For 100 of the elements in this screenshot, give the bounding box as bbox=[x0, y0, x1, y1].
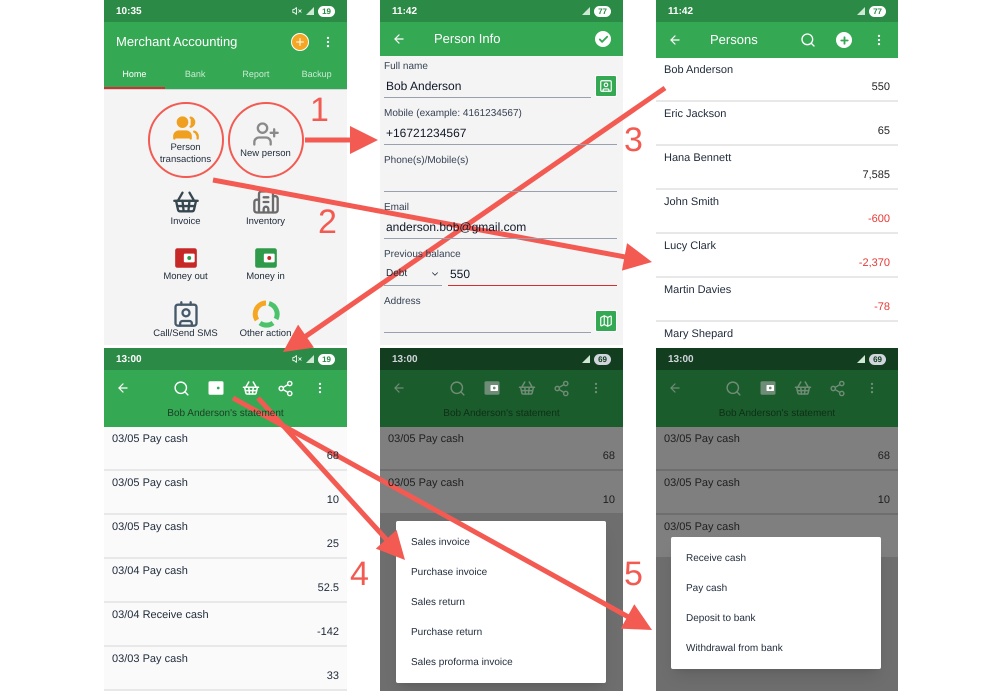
menu-item[interactable]: Purchase invoice bbox=[396, 557, 606, 587]
add-person-icon bbox=[252, 120, 280, 148]
share-icon[interactable] bbox=[829, 380, 846, 396]
person-row[interactable]: Bob Anderson 550 bbox=[656, 58, 898, 100]
side-button[interactable] bbox=[595, 75, 617, 97]
donut-icon bbox=[252, 300, 280, 328]
menu-item[interactable]: Sales return bbox=[396, 587, 606, 617]
action-tile[interactable]: Inventory bbox=[226, 182, 304, 234]
transaction-amount: 68 bbox=[878, 448, 890, 464]
transaction-row[interactable]: 03/05 Pay cash 10 bbox=[104, 471, 347, 513]
transaction-label: 03/03 Pay cash bbox=[112, 652, 188, 667]
menu-item[interactable]: Sales proforma invoice bbox=[396, 647, 606, 677]
transaction-row[interactable]: 03/05 Pay cash 10 bbox=[656, 471, 898, 513]
status-time: 11:42 bbox=[392, 4, 418, 18]
transaction-label: 03/05 Pay cash bbox=[112, 432, 188, 447]
action-tile[interactable]: New person bbox=[228, 102, 304, 178]
person-name: Bob Anderson bbox=[664, 63, 734, 78]
field-label: Email bbox=[384, 201, 410, 215]
share-icon[interactable] bbox=[277, 380, 294, 396]
transaction-row[interactable]: 03/05 Pay cash 68 bbox=[380, 427, 623, 469]
action-tile[interactable]: Person transactions bbox=[148, 102, 224, 178]
field-label: Mobile (example: 4161234567) bbox=[384, 107, 522, 121]
transaction-amount: 33 bbox=[326, 668, 339, 684]
transaction-label: 03/05 Pay cash bbox=[388, 476, 464, 491]
back-icon[interactable] bbox=[668, 33, 682, 47]
transaction-label: 03/05 Pay cash bbox=[112, 476, 188, 491]
map-icon bbox=[599, 314, 613, 328]
share-icon[interactable] bbox=[553, 380, 570, 396]
status-time: 11:42 bbox=[668, 4, 694, 18]
action-tile[interactable]: Money out bbox=[146, 238, 224, 290]
transaction-row[interactable]: 03/04 Receive cash -142 bbox=[104, 603, 347, 645]
screen-title: Persons bbox=[709, 31, 759, 50]
mute-icon bbox=[292, 354, 302, 364]
person-row[interactable]: Hana Bennett 7,585 bbox=[656, 146, 898, 188]
transaction-row[interactable]: 03/04 Pay cash 52.5 bbox=[104, 559, 347, 601]
add-button[interactable] bbox=[291, 33, 309, 51]
side-button[interactable] bbox=[595, 310, 617, 332]
search-icon[interactable] bbox=[449, 380, 466, 396]
action-tile[interactable]: Call/Send SMS bbox=[146, 294, 224, 345]
menu-item[interactable]: Sales invoice bbox=[396, 527, 606, 557]
back-icon[interactable] bbox=[392, 32, 406, 46]
status-time: 13:00 bbox=[392, 352, 418, 366]
person-name: John Smith bbox=[664, 195, 720, 210]
menu-item[interactable]: Purchase return bbox=[396, 617, 606, 647]
search-icon[interactable] bbox=[725, 380, 742, 396]
person-name: Lucy Clark bbox=[664, 239, 716, 254]
back-icon[interactable] bbox=[392, 381, 406, 395]
input-field[interactable]: +16721234567 bbox=[384, 121, 617, 145]
battery-indicator: 69 bbox=[594, 354, 611, 364]
plus-icon bbox=[294, 36, 306, 48]
contact-card-icon bbox=[172, 300, 200, 328]
signal-icon bbox=[857, 7, 866, 15]
balance-amount: 65 bbox=[878, 124, 890, 138]
field-label: Phone(s)/Mobile(s) bbox=[384, 154, 468, 168]
person-row[interactable]: Mary Shepard bbox=[656, 322, 898, 345]
signal-icon bbox=[857, 355, 866, 363]
menu-item[interactable]: Withdrawal from bank bbox=[671, 633, 881, 663]
plus-icon bbox=[838, 34, 850, 46]
confirm-button[interactable] bbox=[595, 31, 611, 47]
person-name: Martin Davies bbox=[664, 283, 732, 298]
basket-icon[interactable] bbox=[794, 379, 812, 397]
action-tile[interactable]: Money in bbox=[226, 238, 304, 290]
battery-indicator: 19 bbox=[318, 354, 335, 364]
basket-icon[interactable] bbox=[242, 379, 260, 397]
add-button[interactable] bbox=[836, 32, 852, 48]
transaction-row[interactable]: 03/05 Pay cash 10 bbox=[380, 471, 623, 513]
field-label: Full name bbox=[384, 60, 428, 74]
mute-icon bbox=[292, 6, 302, 16]
person-row[interactable]: Martin Davies -78 bbox=[656, 278, 898, 320]
transaction-amount: 52.5 bbox=[318, 580, 339, 596]
status-time: 13:00 bbox=[116, 352, 142, 366]
action-tile[interactable]: Invoice bbox=[146, 182, 224, 234]
battery-indicator: 19 bbox=[318, 6, 335, 16]
menu-item[interactable]: Pay cash bbox=[671, 573, 881, 603]
transaction-row[interactable]: 03/05 Pay cash 68 bbox=[656, 427, 898, 469]
search-icon[interactable] bbox=[173, 380, 190, 396]
transaction-label: 03/05 Pay cash bbox=[388, 432, 464, 447]
transaction-amount: 25 bbox=[326, 536, 339, 552]
transaction-amount: 68 bbox=[602, 448, 615, 464]
transaction-row[interactable]: 03/05 Pay cash 25 bbox=[104, 515, 347, 557]
person-row[interactable]: John Smith -600 bbox=[656, 190, 898, 232]
person-row[interactable]: Lucy Clark -2,370 bbox=[656, 234, 898, 276]
transaction-row[interactable]: 03/03 Pay cash 33 bbox=[104, 647, 347, 689]
input-field[interactable]: 550 bbox=[448, 262, 617, 286]
menu-item[interactable]: Deposit to bank bbox=[671, 603, 881, 633]
basket-icon[interactable] bbox=[518, 379, 536, 397]
balance-amount: -600 bbox=[868, 212, 890, 226]
person-name: Eric Jackson bbox=[664, 107, 726, 122]
transaction-amount: -142 bbox=[316, 624, 339, 640]
balance-amount: -2,370 bbox=[858, 256, 890, 270]
transaction-label: 03/05 Pay cash bbox=[112, 520, 188, 535]
wallet-icon bbox=[483, 379, 501, 397]
search-icon[interactable] bbox=[800, 32, 816, 48]
back-icon[interactable] bbox=[668, 381, 682, 395]
back-icon[interactable] bbox=[116, 381, 130, 395]
step-number: 2 bbox=[318, 204, 337, 240]
step-number: 4 bbox=[350, 556, 369, 592]
person-row[interactable]: Eric Jackson 65 bbox=[656, 102, 898, 144]
input-field[interactable]: Bob Anderson bbox=[384, 74, 591, 98]
action-tile[interactable]: Other action bbox=[226, 294, 304, 345]
